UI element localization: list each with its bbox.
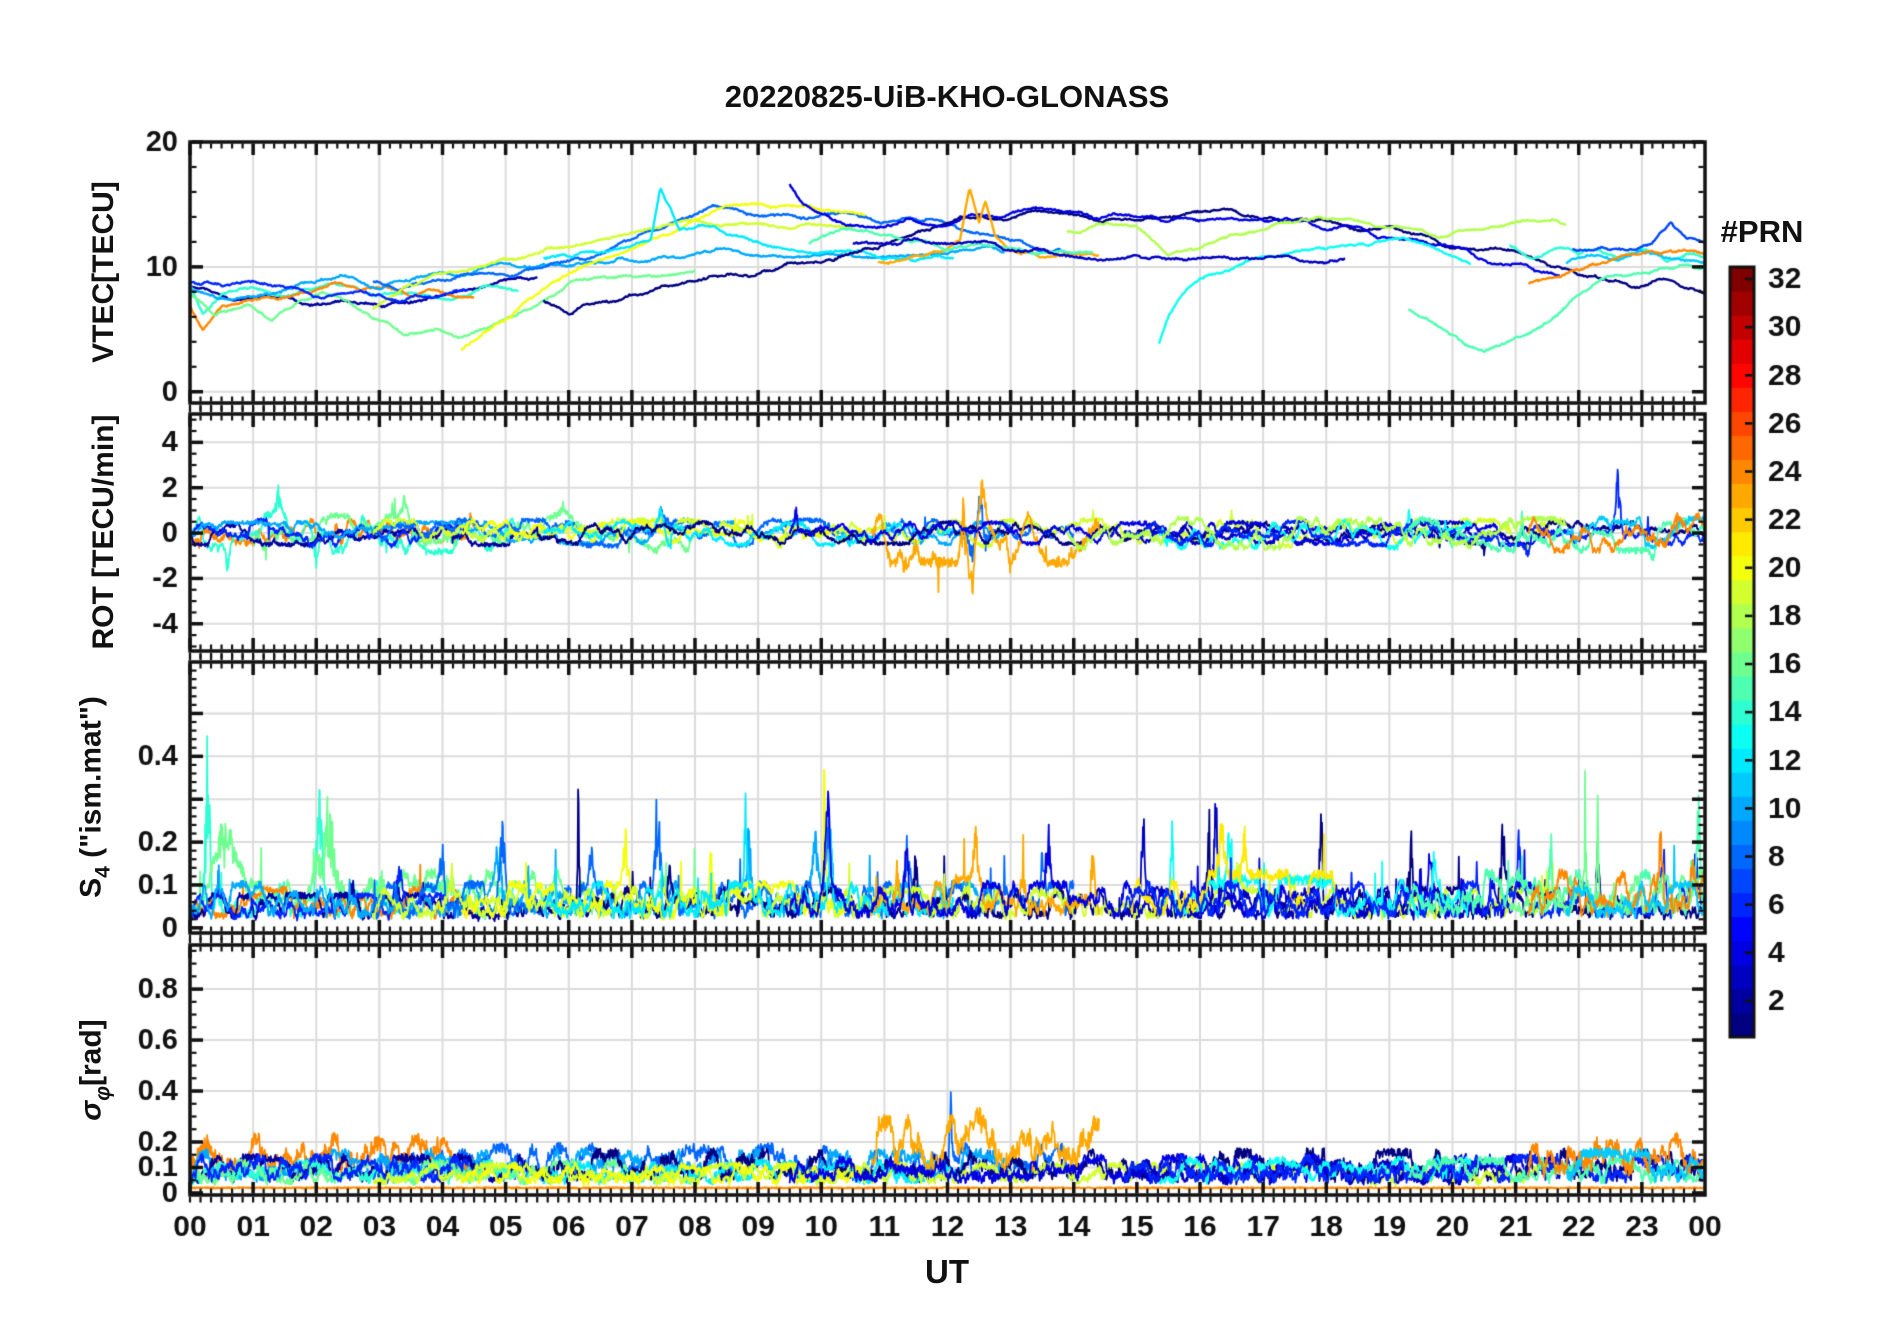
figure-20220825-uib-kho-glonass: 20220825-UiB-KHO-GLONASS VTEC[TECU] ROT … [0,0,1902,1330]
y-axis-label-vtec: VTEC[TECU] [87,181,120,363]
s4-label-main: S [74,877,108,898]
sigma-label-subscript: φ [91,1085,115,1101]
s4-label-subscript: 4 [91,866,115,878]
chart-canvas [0,0,1902,1330]
s4-label-rest: ("ism.mat") [74,696,108,867]
y-axis-label-sigma-phi: σφ[rad] [75,1019,116,1120]
x-axis-label: UT [925,1253,969,1290]
y-axis-label-rot: ROT [TECU/min] [87,414,120,650]
colorbar-title: #PRN [1720,214,1804,249]
chart-title: 20220825-UiB-KHO-GLONASS [724,79,1170,114]
y-axis-label-s4: S4 ("ism.mat") [75,696,116,898]
sigma-label-rest: [rad] [74,1019,108,1086]
sigma-label-main: σ [74,1100,108,1121]
